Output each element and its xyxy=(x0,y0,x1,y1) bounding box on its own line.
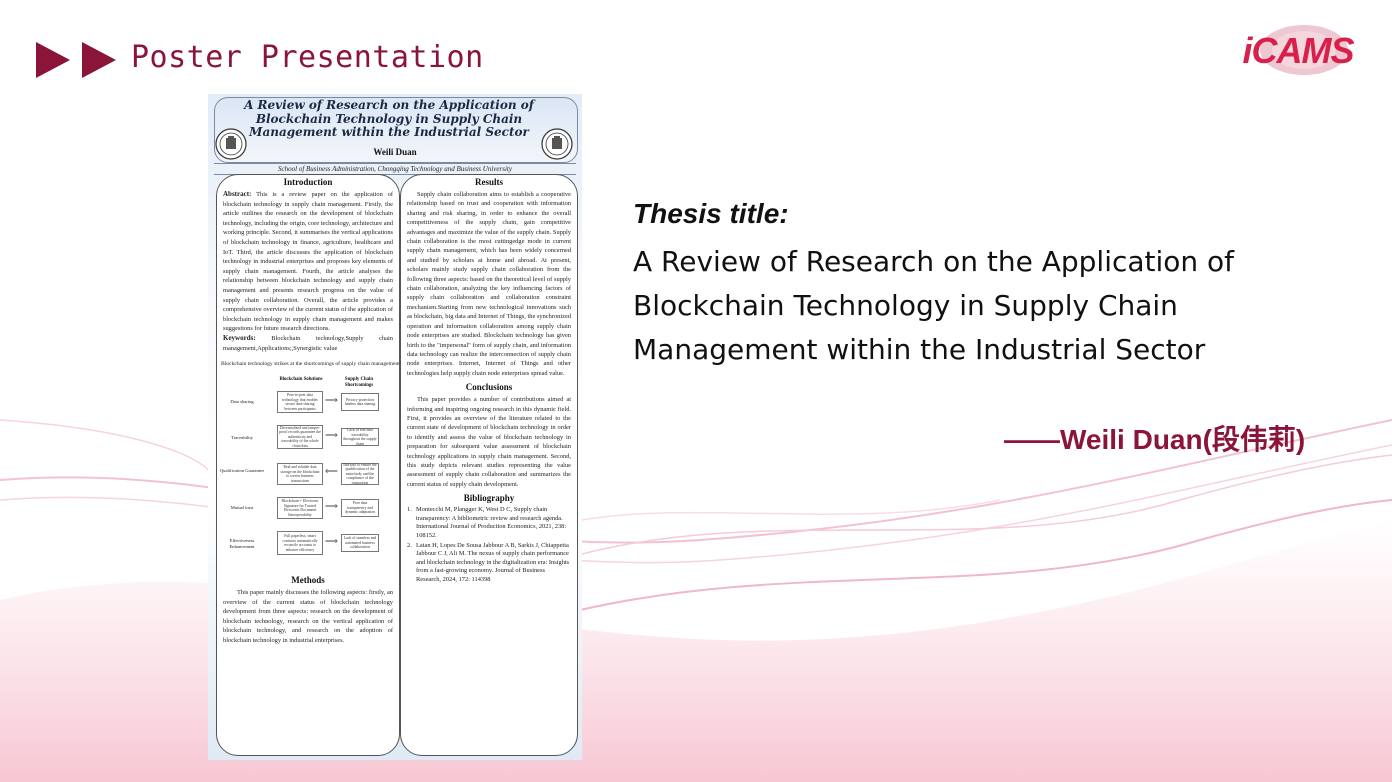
poster-right-column: Results Supply chain collaboration aims … xyxy=(400,174,578,756)
methods-paragraph: This paper mainly discusses the followin… xyxy=(223,589,393,645)
abstract-paragraph: Abstract: This is a review paper on the … xyxy=(217,190,399,334)
bibliography-list: 1. Montecchi M, Plangger K, West D C, Sup… xyxy=(401,506,577,584)
bibliography-item: 2. Latan H, Lopes De Sousa Jabbour A B, S… xyxy=(407,542,571,585)
header-arrows-icon xyxy=(36,42,116,78)
icams-logo: iCAMS xyxy=(1240,22,1356,78)
arrow-left-icon: ⟸ xyxy=(325,467,338,478)
results-paragraph: Supply chain collaboration aims to estab… xyxy=(407,191,571,377)
bibliography-text: Montecchi M, Plangger K, West D C, Suppl… xyxy=(416,506,567,539)
figure-shortcoming-box: Lack of real data traceability throughou… xyxy=(341,428,379,447)
figure-solution-box: Blockchain + Electronic Signature for Tr… xyxy=(277,497,323,520)
thesis-label: Thesis title: xyxy=(633,198,789,229)
figure-solution-box: Decentralized and tamper-proof records g… xyxy=(277,425,323,450)
blockchain-figure: Blockchain Solutions Supply Chain Shortc… xyxy=(217,371,399,571)
figure-row-label: Data sharing xyxy=(230,399,254,405)
thesis-title: A Review of Research on the Application … xyxy=(633,245,1235,366)
keywords-paragraph: Keywords: Blockchain technology,Supply c… xyxy=(217,334,399,353)
figure-solution-box: Real and reliable data storage on the bl… xyxy=(277,463,323,486)
arrow-right-icon: ⟹ xyxy=(325,502,338,513)
figure-caption: Blockchain technology strikes at the sho… xyxy=(221,361,400,368)
figure-row-label: Mutual trust xyxy=(230,505,254,511)
figure-shortcoming-box: Difficult to ensure the qualification of… xyxy=(341,463,379,486)
bibliography-number: 1. xyxy=(407,506,412,514)
arrow-right-icon: ⟹ xyxy=(325,396,338,407)
figure-shortcoming-box: Privacy protection hinders data sharing xyxy=(341,393,379,412)
bibliography-heading: Bibliography xyxy=(463,493,515,504)
methods-heading: Methods xyxy=(291,575,325,586)
conclusions-paragraph: This paper provides a number of contribu… xyxy=(407,396,571,488)
conclusions-heading: Conclusions xyxy=(465,382,513,393)
poster-author: Weili Duan xyxy=(373,147,417,157)
poster-image: A Review of Research on the Application … xyxy=(208,94,582,760)
figure-solution-box: Peer-to-peer data technology that enable… xyxy=(277,391,323,414)
abstract-text: This is a review paper on the applicatio… xyxy=(223,191,393,333)
thesis-author: ——Weili Duan(段伟莉) xyxy=(1004,424,1306,455)
figure-row-label: Effectiveness Enhancement xyxy=(229,538,255,549)
figure-shortcoming-box: Lack of seamless and automated business … xyxy=(341,534,379,553)
abstract-label: Abstract: xyxy=(223,190,252,198)
figure-shortcoming-box: Poor data transparency and dynamic adapt… xyxy=(341,499,379,518)
figure-col-header-right: Supply Chain Shortcomings xyxy=(344,377,374,389)
logo-text: iCAMS xyxy=(1242,30,1355,71)
introduction-heading: Introduction xyxy=(283,177,333,187)
arrow-right-icon: ⟹ xyxy=(325,431,338,442)
poster-left-column: Introduction Abstract: This is a review … xyxy=(216,174,400,756)
figure-col-header-left: Blockchain Solutions xyxy=(279,377,323,383)
results-heading: Results xyxy=(474,177,503,187)
bibliography-item: 1. Montecchi M, Plangger K, West D C, Sup… xyxy=(407,506,571,540)
figure-row-label: Qualification Guarantee xyxy=(219,468,265,474)
keywords-label: Keywords: xyxy=(223,333,256,342)
bibliography-text: Latan H, Lopes De Sousa Jabbour A B, Sar… xyxy=(416,541,570,583)
figure-row-label: Traceability xyxy=(230,435,254,441)
arrow-right-icon: ⟹ xyxy=(325,537,338,548)
poster-title: A Review of Research on the Application … xyxy=(244,98,534,139)
bibliography-number: 2. xyxy=(407,541,412,549)
figure-solution-box: Full paperless, smart contracts automati… xyxy=(277,531,323,556)
header-title: Poster Presentation xyxy=(131,40,484,75)
